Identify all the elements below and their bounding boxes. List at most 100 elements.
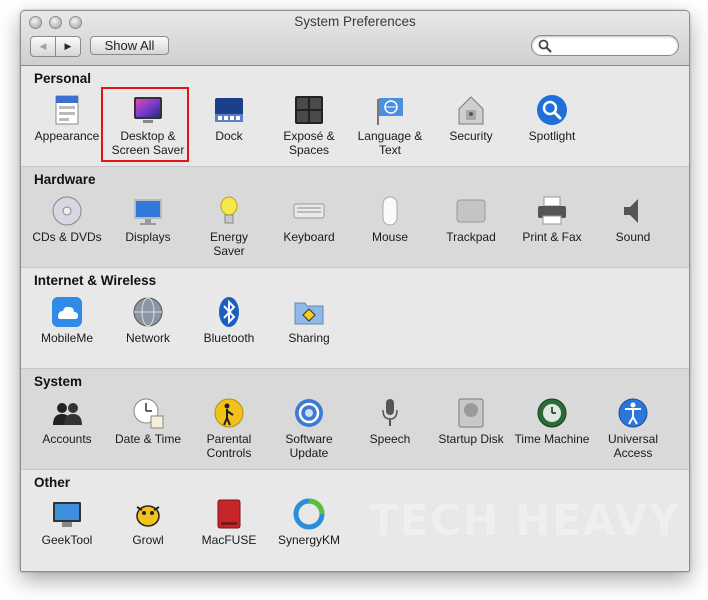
pref-label: Accounts [42,432,92,446]
pref-label: Parental Controls [206,432,252,460]
nav-buttons: ◀ ▶ [30,36,81,57]
pref-label: CDs & DVDs [32,230,102,244]
pref-spotlight[interactable]: Spotlight [512,93,592,163]
section-title: System [34,374,83,389]
pref-growl[interactable]: Growl [108,497,188,567]
section-hardware: Hardware CDs & DVDs Displays Energy Save… [21,167,689,268]
highlight-box [101,87,189,162]
section-internet-wireless: Internet & Wireless MobileMe Network Blu… [21,268,689,369]
search-icon [538,39,552,53]
universal-access-icon [618,398,648,428]
section-title: Other [34,475,71,490]
startup-disk-icon [458,398,484,428]
pref-mouse[interactable]: Mouse [350,194,430,264]
expose-spaces-icon [295,96,323,124]
pref-label: Growl [132,533,164,547]
parental-controls-icon [214,398,244,428]
pref-appearance[interactable]: Appearance [27,93,107,163]
pref-label: Exposé & Spaces [283,129,335,157]
pref-accounts[interactable]: Accounts [27,396,107,466]
pref-label: Energy Saver [209,230,249,258]
pref-language-text[interactable]: Language & Text [350,93,430,163]
pref-date-time[interactable]: Date & Time [108,396,188,466]
accounts-icon [53,403,82,425]
pref-label: Spotlight [528,129,576,143]
speech-icon [382,399,398,426]
pref-dock[interactable]: Dock [189,93,269,163]
time-machine-icon [537,398,567,428]
pref-label: Date & Time [114,432,182,446]
cds-dvds-icon [52,196,82,226]
pref-security[interactable]: Security [431,93,511,163]
geektool-icon [53,502,81,527]
section-system: System Accounts Date & Time Parental Con… [21,369,689,470]
pref-startup-disk[interactable]: Startup Disk [431,396,511,466]
pref-label: Trackpad [446,230,496,244]
mouse-icon [382,196,398,226]
synergykm-icon [293,498,325,530]
keyboard-icon [293,203,325,219]
pref-label: Sharing [288,331,330,345]
pref-label: Dock [215,129,243,143]
pref-geektool[interactable]: GeekTool [27,497,107,567]
pref-macfuse[interactable]: MacFUSE [189,497,269,567]
pref-synergykm[interactable]: SynergyKM [269,497,349,567]
pref-label: MobileMe [40,331,94,345]
software-update-icon [295,399,323,427]
pref-trackpad[interactable]: Trackpad [431,194,511,264]
pref-label: Network [125,331,170,345]
pref-label: Universal Access [607,432,658,460]
pref-universal-access[interactable]: Universal Access [593,396,673,466]
pref-energy-saver[interactable]: Energy Saver [189,194,269,264]
pref-label: MacFUSE [201,533,257,547]
section-title: Internet & Wireless [34,273,157,288]
pref-mobileme[interactable]: MobileMe [27,295,107,365]
pref-label: Time Machine [514,432,590,446]
show-all-button[interactable]: Show All [90,36,169,55]
pref-label: Keyboard [283,230,335,244]
energy-saver-icon [220,196,238,224]
pref-label: Mouse [371,230,409,244]
spotlight-icon [537,95,567,125]
pref-expose-spaces[interactable]: Exposé & Spaces [269,93,349,163]
pref-label: Appearance [34,129,100,143]
pref-parental-controls[interactable]: Parental Controls [189,396,269,466]
trackpad-icon [456,199,486,223]
search-input[interactable] [554,37,676,55]
pref-label: Sound [615,230,651,244]
sound-icon [624,199,638,223]
pref-print-fax[interactable]: Print & Fax [512,194,592,264]
pref-label: GeekTool [41,533,93,547]
pref-label: Speech [369,432,411,446]
pref-sound[interactable]: Sound [593,194,673,264]
displays-icon [134,199,162,225]
dock-icon [215,98,243,122]
forward-button[interactable]: ▶ [55,37,80,56]
bluetooth-icon [219,297,239,327]
pref-software-update[interactable]: Software Update [269,396,349,466]
date-time-icon [133,398,164,429]
system-preferences-window: System Preferences ◀ ▶ Show All Personal [20,10,690,572]
appearance-icon [55,95,79,125]
pref-network[interactable]: Network [108,295,188,365]
section-title: Hardware [34,172,96,187]
search-field[interactable] [531,35,679,56]
pref-label: Bluetooth [203,331,255,345]
pref-speech[interactable]: Speech [350,396,430,466]
titlebar: System Preferences ◀ ▶ Show All [21,11,689,66]
network-icon [133,297,163,327]
print-fax-icon [538,196,566,225]
pref-label: Displays [125,230,171,244]
security-icon [458,96,484,125]
pref-displays[interactable]: Displays [108,194,188,264]
back-button[interactable]: ◀ [31,37,55,56]
sharing-icon [294,302,324,325]
pref-label: Startup Disk [438,432,504,446]
pref-sharing[interactable]: Sharing [269,295,349,365]
window-title: System Preferences [294,14,416,29]
pref-cds-dvds[interactable]: CDs & DVDs [27,194,107,264]
pref-keyboard[interactable]: Keyboard [269,194,349,264]
pref-label: Security [449,129,493,143]
pref-time-machine[interactable]: Time Machine [512,396,592,466]
pref-bluetooth[interactable]: Bluetooth [189,295,269,365]
